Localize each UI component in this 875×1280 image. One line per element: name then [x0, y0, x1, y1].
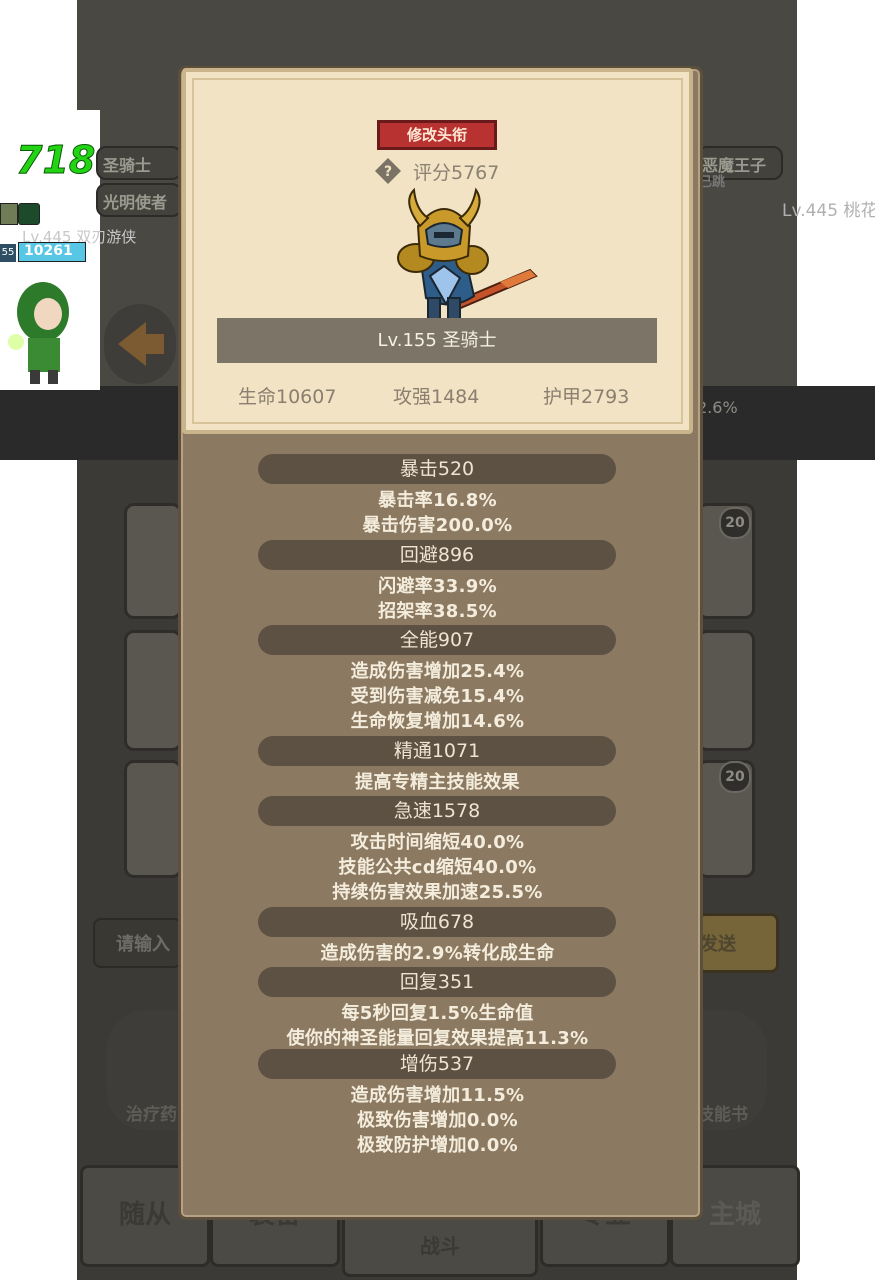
hero-score: 评分5767: [413, 162, 500, 184]
slot-count-badge: 20: [719, 761, 751, 793]
right-player-name: Lv.445 桃花: [782, 201, 875, 221]
left-level-badge: 55: [0, 244, 16, 262]
left-title-label-1: 圣骑士: [103, 156, 152, 175]
send-button-label: 发送: [700, 934, 736, 955]
stat-header-haste: 急速1578: [258, 796, 616, 826]
stat-line: 极致伤害增加0.0%: [357, 1110, 518, 1131]
stat-line: 每5秒回复1.5%生命值: [341, 1003, 534, 1024]
left-hp-value: 10261: [24, 243, 73, 259]
paladin-hero-portrait: [380, 186, 540, 326]
base-stat-armor: 护甲2793: [543, 386, 630, 408]
hero-name-level: Lv.155 圣骑士: [217, 318, 657, 363]
nav-followers-label: 随从: [118, 1200, 171, 1230]
stat-line: 技能公共cd缩短40.0%: [338, 857, 537, 878]
left-damage-number: 718: [15, 138, 96, 183]
stat-line: 极致防护增加0.0%: [357, 1135, 518, 1156]
stat-line: 造成伤害的2.9%转化成生命: [320, 943, 555, 964]
left-hero-sprite: [8, 272, 78, 384]
nav-main-city-label: 主城: [708, 1200, 761, 1230]
stat-header-regen: 回复351: [258, 967, 616, 997]
slot-count-badge: 20: [719, 507, 751, 539]
stat-line: 受到伤害减免15.4%: [350, 686, 525, 707]
stat-line: 生命恢复增加14.6%: [350, 711, 525, 732]
stat-header-crit: 暴击520: [258, 454, 616, 484]
stat-header-damage-bonus: 增伤537: [258, 1049, 616, 1079]
stat-header-lifesteal: 吸血678: [258, 907, 616, 937]
stat-line: 暴击率16.8%: [378, 490, 497, 511]
chat-input-placeholder: 请输入: [116, 934, 170, 955]
stat-header-versatility: 全能907: [258, 625, 616, 655]
stat-header-avoidance: 回避896: [258, 540, 616, 570]
stat-line: 持续伤害效果加速25.5%: [332, 882, 543, 903]
equipment-slot[interactable]: [124, 760, 182, 878]
nav-battle-label: 战斗: [420, 1234, 460, 1258]
equipment-slot[interactable]: [124, 630, 182, 751]
back-arrow-button[interactable]: [104, 304, 176, 384]
stat-line: 招架率38.5%: [378, 601, 497, 622]
stat-line: 造成伤害增加11.5%: [350, 1085, 525, 1106]
stat-line: 暴击伤害200.0%: [362, 515, 513, 536]
stat-line: 提高专精主技能效果: [355, 772, 520, 793]
skill-book-label: 技能书: [697, 1105, 748, 1125]
stat-line: 使你的神圣能量回复效果提高11.3%: [286, 1028, 589, 1049]
edit-title-button[interactable]: 修改头衔: [377, 120, 497, 150]
svg-text:?: ?: [384, 164, 392, 180]
stat-line: 攻击时间缩短40.0%: [350, 832, 525, 853]
help-icon[interactable]: ?: [374, 157, 402, 185]
base-stat-attack-power: 攻强1484: [393, 386, 480, 408]
left-buff-icons: [0, 203, 40, 225]
healing-potion-label: 治疗药: [126, 1105, 177, 1125]
stat-line: 造成伤害增加25.4%: [350, 661, 525, 682]
stat-header-mastery: 精通1071: [258, 736, 616, 766]
stat-line: 闪避率33.9%: [378, 576, 497, 597]
right-percent: 2.6%: [697, 398, 738, 417]
equipment-slot[interactable]: [697, 630, 755, 751]
base-stat-hp: 生命10607: [238, 386, 337, 408]
equipment-slot[interactable]: [124, 503, 182, 619]
left-title-label-2: 光明使者: [103, 193, 168, 212]
